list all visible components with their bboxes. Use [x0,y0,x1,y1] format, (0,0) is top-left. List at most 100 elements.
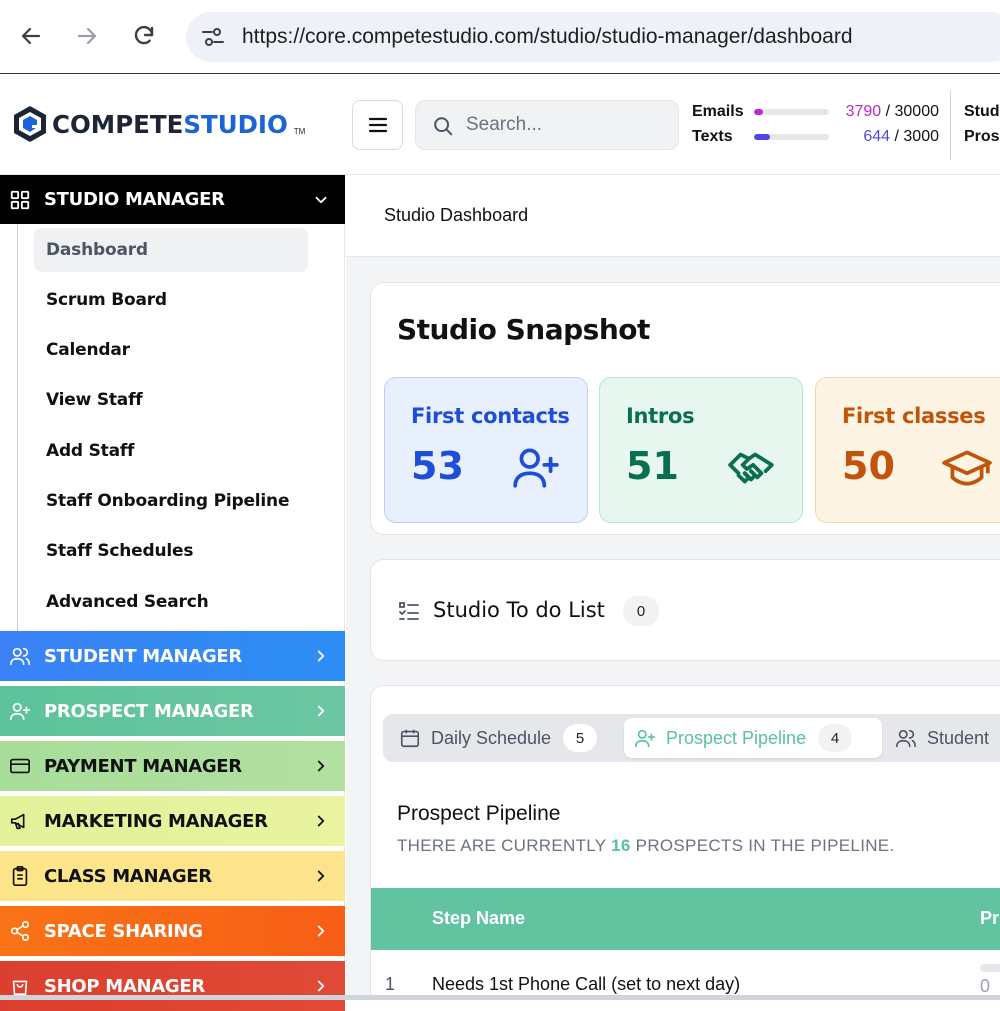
url-text[interactable]: https://core.competestudio.com/studio/st… [242,25,853,49]
credit-card-icon [8,754,32,778]
share-icon [8,919,32,943]
tab-count-badge: 5 [563,724,598,752]
competestudio-logo[interactable]: COMPETESTUDIO TM [12,105,305,143]
pipeline-subtitle: THERE ARE CURRENTLY 16 PROSPECTS IN THE … [397,836,895,855]
emails-usage-value: 3790 / 30000 [845,103,939,120]
stat-label: First contacts [411,404,570,428]
pipeline-prospect-count: 16 [611,836,631,855]
studio-manager-section[interactable]: STUDIO MANAGER [0,175,345,224]
dashboard-grid-icon [8,188,32,212]
marketing-manager-label: MARKETING MANAGER [44,811,268,832]
sidebar-item-scrum-board[interactable]: Scrum Board [34,278,308,322]
stat-first-contacts[interactable]: First contacts 53 [384,377,588,523]
students-count-label: Stud [964,103,1000,120]
users-icon [8,644,32,668]
stat-label: First classes [842,404,986,428]
graduation-cap-icon [942,450,992,486]
list-check-icon [399,602,419,620]
tab-label: Daily Schedule [431,727,552,748]
prospect-manager-label: PROSPECT MANAGER [44,701,254,722]
forward-button[interactable] [73,22,101,50]
student-manager-label: STUDENT MANAGER [44,646,242,667]
studio-manager-label: STUDIO MANAGER [44,189,225,210]
pipeline-title: Prospect Pipeline [397,802,561,825]
column-step-name[interactable]: Step Name [432,908,525,929]
texts-usage-label: Texts [692,128,733,145]
chevron-right-icon [311,921,331,941]
studio-manager-submenu: Dashboard Scrum Board Calendar View Staf… [17,224,345,631]
browser-toolbar: https://core.competestudio.com/studio/st… [0,0,1000,74]
clipboard-icon [8,864,32,888]
user-plus-icon [8,699,32,723]
logo-text-prefix: COMPETE [52,109,184,139]
stat-first-classes[interactable]: First classes 50 [815,377,1000,523]
sidebar-item-view-staff[interactable]: View Staff [34,378,308,422]
logo-trademark: TM [293,126,306,136]
class-manager-label: CLASS MANAGER [44,866,212,887]
column-prospects[interactable]: Pr [980,908,999,929]
tab-prospect-pipeline[interactable]: Prospect Pipeline 4 [624,718,882,758]
sidebar-item-advanced-search[interactable]: Advanced Search [34,580,308,624]
sidebar-section-marketing-manager[interactable]: MARKETING MANAGER [0,796,345,846]
sidebar-item-calendar[interactable]: Calendar [34,328,308,372]
prospects-count-label: Prosp [964,128,1000,145]
menu-toggle-button[interactable] [352,100,403,150]
sidebar-section-space-sharing[interactable]: SPACE SHARING [0,906,345,956]
tab-students[interactable]: Student [889,718,1000,758]
sidebar-item-add-staff[interactable]: Add Staff [34,429,308,473]
sidebar-item-staff-schedules[interactable]: Staff Schedules [34,529,308,573]
sidebar-section-shop-manager[interactable]: SHOP MANAGER [0,961,345,1011]
breadcrumb: Studio Dashboard [346,175,1000,257]
handshake-icon [728,452,774,484]
payment-manager-label: PAYMENT MANAGER [44,756,242,777]
stat-intros[interactable]: Intros 51 [599,377,803,523]
todo-count-badge: 0 [623,596,659,626]
reload-button[interactable] [130,22,158,50]
sidebar-section-prospect-manager[interactable]: PROSPECT MANAGER [0,686,345,736]
arrow-left-icon [21,27,41,45]
studio-snapshot-card: Studio Snapshot First contacts 53 Intros… [370,282,1000,535]
search-input[interactable] [466,113,666,137]
texts-usage: Texts 644 / 3000 [692,127,939,147]
chevron-right-icon [311,701,331,721]
pipeline-table-header: Step Name Pr [371,888,1000,950]
chevron-right-icon [311,811,331,831]
back-button[interactable] [17,22,45,50]
studio-todo-card[interactable]: Studio To do List 0 [370,559,1000,661]
chevron-right-icon [311,646,331,666]
chevron-right-icon [311,976,331,996]
stat-label: Intros [626,404,695,428]
app-header: COMPETESTUDIO TM Emails 3790 / 30000 Tex… [0,75,1000,175]
main-content: Studio Dashboard Studio Snapshot First c… [346,175,1000,1000]
space-sharing-label: SPACE SHARING [44,921,203,942]
table-row[interactable]: 1 Needs 1st Phone Call (set to next day)… [371,950,1000,1000]
texts-usage-value: 644 / 3000 [863,128,939,145]
sidebar: STUDIO MANAGER Dashboard Scrum Board Cal… [0,175,345,1011]
chevron-right-icon [311,756,331,776]
emails-usage-label: Emails [692,103,744,120]
sidebar-section-student-manager[interactable]: STUDENT MANAGER [0,631,345,681]
row-progress-bar [980,964,1000,972]
search-box[interactable] [415,100,679,150]
arrow-right-icon [77,27,97,45]
chevron-down-icon [311,190,331,210]
stat-value: 53 [411,444,464,488]
sidebar-section-payment-manager[interactable]: PAYMENT MANAGER [0,741,345,791]
header-divider [950,90,951,160]
sidebar-item-dashboard[interactable]: Dashboard [34,228,308,272]
user-plus-icon [513,448,559,488]
shop-manager-label: SHOP MANAGER [44,976,205,997]
sidebar-section-class-manager[interactable]: CLASS MANAGER [0,851,345,901]
address-bar[interactable]: https://core.competestudio.com/studio/st… [186,12,1000,62]
todo-title: Studio To do List [433,598,605,622]
tab-label: Prospect Pipeline [666,727,807,748]
hamburger-icon [368,117,387,133]
site-settings-icon[interactable] [200,24,226,50]
row-count: 0 [980,976,991,996]
sidebar-item-staff-onboarding-pipeline[interactable]: Staff Onboarding Pipeline [34,479,308,523]
tab-daily-schedule[interactable]: Daily Schedule 5 [387,718,617,758]
stat-value: 51 [626,444,679,488]
window-bottom-edge [0,995,1000,1000]
tab-bar: Daily Schedule 5 Prospect Pipeline 4 Stu… [383,714,1000,762]
users-icon [896,729,916,748]
